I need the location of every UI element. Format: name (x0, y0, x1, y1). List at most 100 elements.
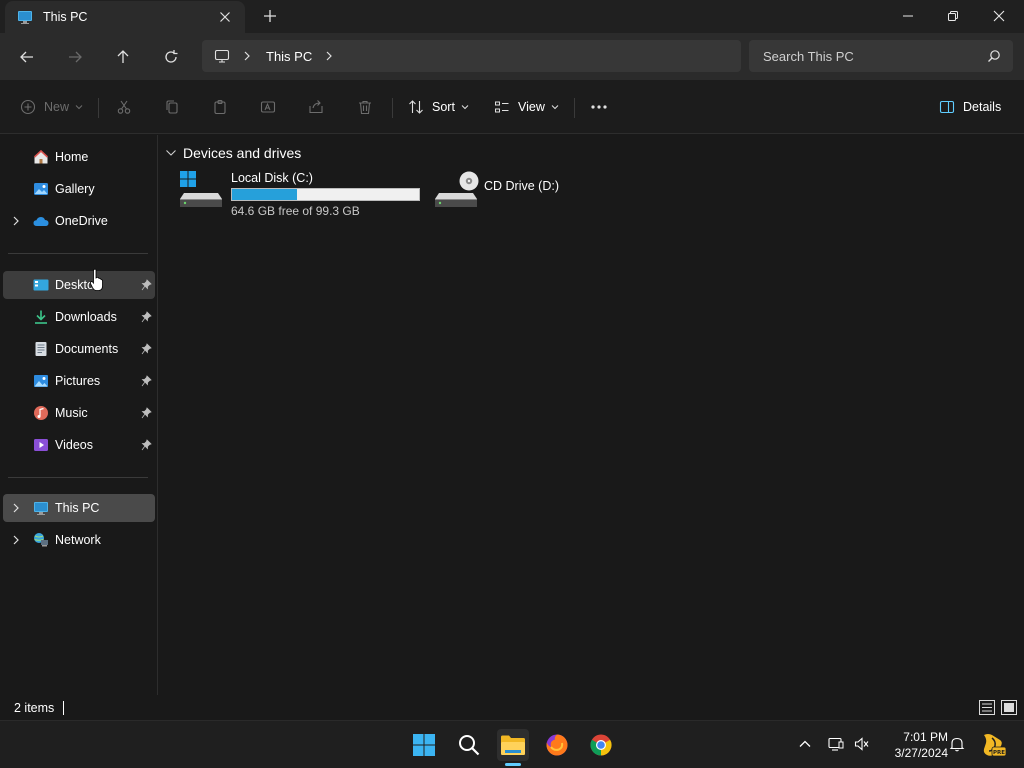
chevron-right-icon[interactable] (242, 50, 252, 62)
chevron-up-icon[interactable] (797, 736, 813, 752)
restore-button[interactable] (930, 0, 976, 32)
view-label: View (518, 100, 545, 114)
group-header-devices[interactable]: Devices and drives (165, 145, 301, 161)
command-bar: New Sort View Details (0, 80, 1024, 134)
chevron-down-icon (75, 105, 83, 110)
sidebar-item-documents[interactable]: Documents (3, 335, 155, 363)
speaker-muted-icon[interactable] (854, 736, 870, 752)
address-bar[interactable]: This PC (202, 40, 741, 72)
sidebar-item-onedrive[interactable]: OneDrive (3, 207, 155, 235)
up-button[interactable] (109, 43, 137, 71)
chevron-right-icon[interactable] (12, 216, 20, 226)
clock[interactable]: 7:01 PM 3/27/2024 (880, 729, 948, 761)
computer-outline-icon (214, 49, 230, 63)
sidebar-item-downloads[interactable]: Downloads (3, 303, 155, 331)
forward-button[interactable] (61, 43, 89, 71)
title-bar: This PC (0, 0, 1024, 33)
paste-button[interactable] (212, 94, 228, 120)
display-icon[interactable] (828, 736, 844, 752)
more-icon (591, 105, 607, 109)
sidebar-item-label: Gallery (55, 182, 95, 196)
item-count: 2 items (14, 700, 55, 715)
minimize-icon (903, 15, 913, 17)
share-button[interactable] (308, 94, 324, 120)
arrow-left-icon (20, 51, 33, 63)
pin-icon[interactable] (141, 311, 152, 323)
network-icon (34, 533, 48, 547)
new-tab-icon[interactable] (262, 8, 278, 24)
sidebar-item-label: Downloads (55, 310, 117, 324)
sidebar-item-this-pc[interactable]: This PC (3, 494, 155, 522)
more-options-button[interactable] (590, 94, 608, 120)
sidebar-item-label: This PC (55, 501, 100, 515)
plus-circle-icon (20, 99, 36, 115)
sidebar-item-pictures[interactable]: Pictures (3, 367, 155, 395)
new-button[interactable]: New (20, 94, 83, 120)
rename-button[interactable] (260, 94, 276, 120)
details-view-icon[interactable] (979, 700, 995, 715)
desktop-icon (33, 279, 49, 291)
clipboard-icon (214, 99, 226, 115)
view-button[interactable]: View (494, 94, 559, 120)
search-placeholder: Search This PC (763, 48, 854, 64)
close-window-button[interactable] (976, 0, 1022, 32)
search-input[interactable]: Search This PC (749, 40, 1013, 72)
taskbar-chrome[interactable] (585, 729, 617, 761)
back-button[interactable] (13, 43, 41, 71)
sidebar-item-label: Videos (55, 438, 93, 452)
sidebar-item-gallery[interactable]: Gallery (3, 175, 155, 203)
pin-icon[interactable] (141, 407, 152, 419)
download-icon (35, 310, 47, 324)
mouse-cursor-icon (90, 268, 103, 291)
drive-item-d[interactable]: CD Drive (D:) (434, 171, 559, 211)
arrow-up-icon (117, 50, 129, 63)
copy-icon (166, 100, 178, 114)
chevron-right-icon[interactable] (12, 535, 20, 545)
minimize-button[interactable] (885, 0, 931, 32)
copilot-preview-icon[interactable]: PRE (980, 732, 1006, 758)
restore-icon (948, 11, 958, 21)
refresh-button[interactable] (157, 43, 185, 71)
drive-usage-bar (231, 188, 420, 201)
sidebar-item-desktop[interactable]: Deskto (3, 271, 155, 299)
delete-button[interactable] (357, 94, 373, 120)
close-tab-icon[interactable] (217, 9, 233, 25)
clock-date: 3/27/2024 (894, 746, 948, 760)
pin-icon[interactable] (141, 343, 152, 355)
sidebar-item-network[interactable]: Network (3, 526, 155, 554)
new-label: New (44, 100, 70, 114)
windows-drive-icon (180, 171, 222, 207)
chevron-down-icon (461, 105, 469, 110)
bell-icon[interactable] (949, 736, 965, 752)
divider (8, 253, 148, 254)
pin-icon[interactable] (141, 375, 152, 387)
pictures-icon (34, 375, 48, 387)
divider (392, 98, 393, 118)
copy-button[interactable] (164, 94, 180, 120)
drive-item-c[interactable]: Local Disk (C:) 64.6 GB free of 99.3 GB (179, 171, 420, 218)
sort-button[interactable]: Sort (408, 94, 469, 120)
cut-button[interactable] (116, 94, 132, 120)
taskbar-file-explorer[interactable] (497, 729, 529, 761)
start-button[interactable] (408, 729, 440, 761)
chevron-right-icon[interactable] (324, 50, 334, 62)
chevron-down-icon (166, 150, 176, 156)
taskbar-firefox[interactable] (541, 729, 573, 761)
arrow-right-icon (69, 51, 82, 63)
sidebar-item-home[interactable]: Home (3, 143, 155, 171)
sidebar-item-label: OneDrive (55, 214, 108, 228)
pin-icon[interactable] (141, 279, 152, 291)
breadcrumb-this-pc[interactable]: This PC (266, 49, 312, 64)
search-icon (459, 735, 480, 756)
taskbar-search-button[interactable] (453, 729, 485, 761)
tab-this-pc[interactable]: This PC (5, 1, 245, 33)
sidebar-item-music[interactable]: Music (3, 399, 155, 427)
large-icons-view-icon[interactable] (1001, 700, 1017, 715)
sidebar-item-videos[interactable]: Videos (3, 431, 155, 459)
active-app-indicator (505, 763, 521, 766)
close-icon (993, 10, 1005, 22)
pin-icon[interactable] (141, 439, 152, 451)
divider (8, 477, 148, 478)
details-button[interactable]: Details (939, 94, 1001, 120)
chevron-right-icon[interactable] (12, 503, 20, 513)
